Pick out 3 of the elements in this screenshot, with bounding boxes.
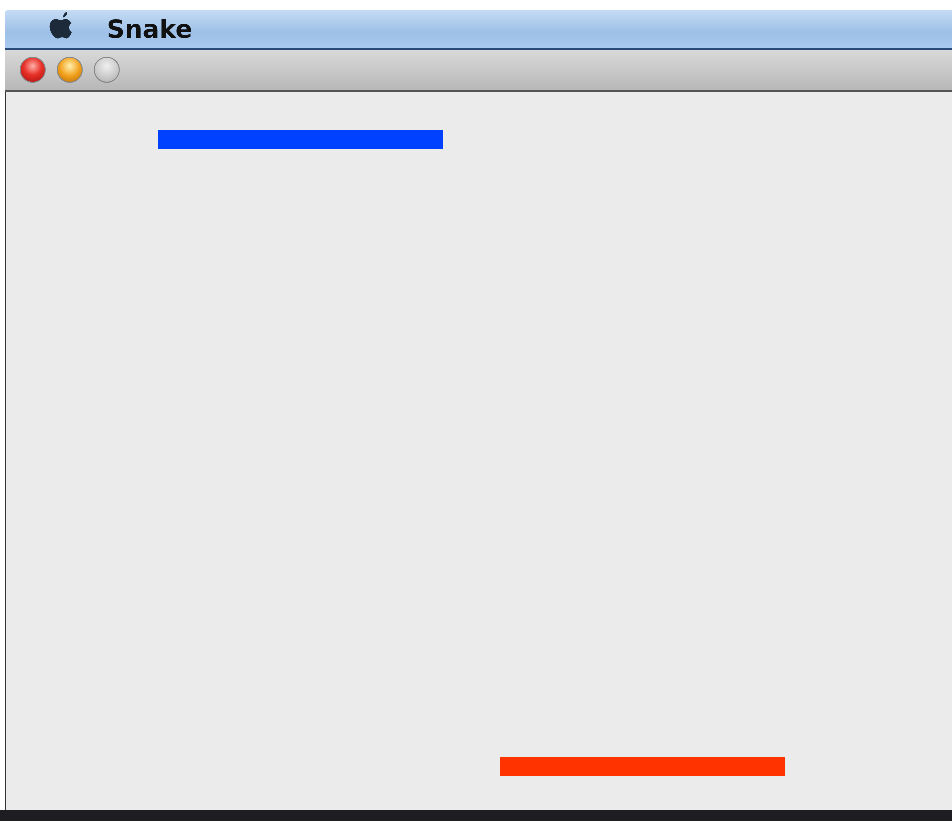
close-button[interactable] — [20, 57, 46, 83]
minimize-button[interactable] — [57, 57, 83, 83]
app-name[interactable]: Snake — [107, 14, 193, 44]
